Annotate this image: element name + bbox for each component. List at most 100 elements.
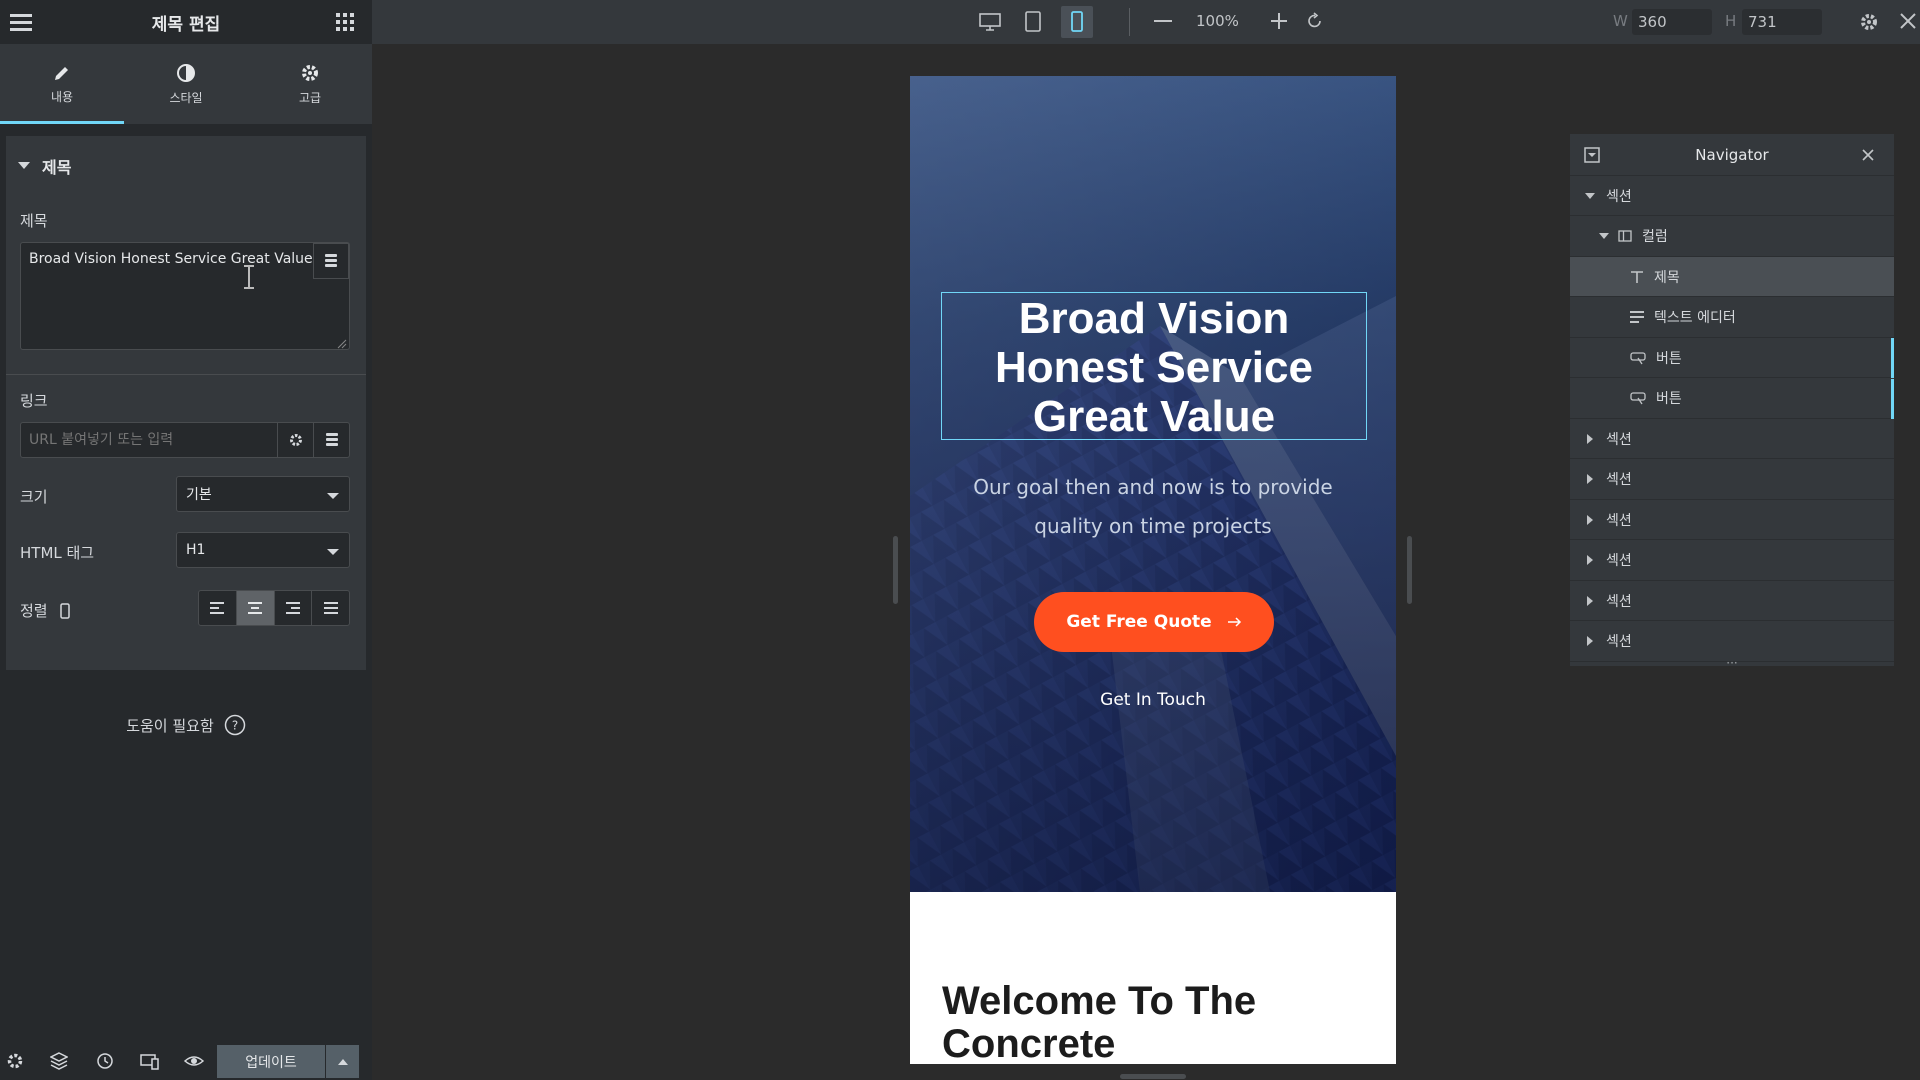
zoom-out-icon[interactable]: [1154, 20, 1172, 24]
caret-right-icon[interactable]: [1584, 595, 1596, 606]
help-link[interactable]: 도움이 필요함 ?: [0, 714, 372, 736]
text-editor-icon: [1630, 311, 1644, 323]
align-right-button[interactable]: [275, 591, 313, 625]
align-left-button[interactable]: [199, 591, 237, 625]
navigator-item-label: 섹션: [1606, 512, 1632, 529]
section-toggle[interactable]: 제목: [18, 154, 71, 178]
title-textarea[interactable]: Broad Vision Honest Service Great Value: [20, 242, 350, 350]
width-value: 360: [1638, 13, 1667, 31]
align-justify-button[interactable]: [312, 591, 349, 625]
navigator-resize-handle[interactable]: ···: [1570, 656, 1894, 670]
button-icon: [1630, 351, 1646, 365]
align-center-button[interactable]: [236, 591, 275, 625]
hamburger-menu-icon[interactable]: [10, 12, 32, 32]
navigator-item[interactable]: 제목: [1570, 257, 1894, 297]
navigator-item[interactable]: 섹션: [1570, 541, 1894, 581]
zoom-in-icon[interactable]: [1271, 13, 1287, 29]
arrow-right-icon: [1227, 617, 1242, 627]
responsive-mode-icon[interactable]: [140, 1052, 160, 1070]
get-in-touch-link[interactable]: Get In Touch: [910, 690, 1396, 710]
navigator-item[interactable]: 섹션: [1570, 419, 1894, 459]
tab-style-label: 스타일: [169, 90, 203, 105]
caret-right-icon[interactable]: [1584, 636, 1596, 646]
link-input-group: [20, 422, 350, 458]
resize-handle-icon[interactable]: [337, 339, 347, 349]
link-input[interactable]: [21, 423, 277, 457]
height-input[interactable]: 731: [1742, 9, 1822, 35]
preview-eye-icon[interactable]: [184, 1052, 204, 1070]
navigator-header: Navigator: [1570, 134, 1894, 176]
link-options-button[interactable]: [277, 423, 313, 457]
navigator-item-label: 섹션: [1606, 431, 1632, 448]
link-field-label: 링크: [20, 392, 48, 410]
link-dynamic-tags-button[interactable]: [313, 423, 349, 457]
database-icon: [325, 433, 338, 447]
apps-grid-icon[interactable]: [336, 13, 354, 31]
tab-advanced[interactable]: 고급: [248, 44, 372, 124]
toolbar-divider: [1129, 8, 1130, 36]
size-field-label: 크기: [20, 488, 48, 506]
visibility-indicator: [1891, 378, 1894, 419]
reset-zoom-icon[interactable]: [1306, 12, 1324, 30]
mobile-device-icon: [1070, 11, 1084, 33]
panel-footer: 업데이트: [0, 1042, 372, 1080]
history-icon[interactable]: [96, 1052, 114, 1070]
navigator-item[interactable]: 텍스트 에디터: [1570, 298, 1894, 338]
alignment-control: [198, 590, 350, 626]
tab-content-label: 내용: [50, 89, 74, 104]
button-icon: [1630, 391, 1646, 405]
save-options-button[interactable]: [326, 1045, 359, 1078]
resize-handle-bottom[interactable]: [1120, 1074, 1186, 1079]
get-free-quote-button[interactable]: Get Free Quote: [1034, 592, 1274, 652]
navigator-item[interactable]: 버튼: [1570, 378, 1894, 419]
heading-icon: [1630, 270, 1644, 284]
navigator-item-label: 텍스트 에디터: [1654, 310, 1736, 326]
content-section: 제목 제목 Broad Vision Honest Service Great …: [6, 136, 366, 670]
tab-style[interactable]: 스타일: [124, 44, 248, 124]
hero-subtitle: Our goal then and now is to provide qual…: [973, 475, 1333, 538]
caret-down-icon[interactable]: [1584, 192, 1596, 200]
html-tag-select[interactable]: H1: [176, 532, 350, 568]
navigator-item[interactable]: 섹션: [1570, 581, 1894, 621]
close-icon[interactable]: [1900, 13, 1916, 29]
settings-icon[interactable]: [6, 1052, 24, 1070]
navigator-item[interactable]: 섹션: [1570, 500, 1894, 540]
caret-right-icon[interactable]: [1584, 555, 1596, 565]
size-select[interactable]: 기본: [176, 476, 350, 512]
navigator-item[interactable]: 섹션: [1570, 460, 1894, 500]
tab-content[interactable]: 내용: [0, 44, 124, 124]
hero-heading[interactable]: Broad Vision Honest Service Great Value: [941, 294, 1367, 441]
tablet-device-icon[interactable]: [1024, 11, 1042, 33]
caret-right-icon[interactable]: [1584, 433, 1596, 444]
caret-down-icon[interactable]: [1598, 232, 1610, 240]
height-label: H: [1725, 12, 1737, 30]
panel-title: 제목 편집: [151, 14, 221, 35]
navigator-item-label: 섹션: [1606, 553, 1632, 569]
zoom-level: 100%: [1196, 12, 1239, 30]
hero-section: Broad Vision Honest Service Great Value …: [910, 76, 1396, 892]
half-circle-icon: [176, 63, 196, 83]
html-tag-field-label: HTML 태그: [20, 544, 95, 562]
mobile-device-icon[interactable]: [59, 602, 70, 619]
gear-icon[interactable]: [1859, 12, 1879, 32]
navigator-item[interactable]: 버튼: [1570, 338, 1894, 378]
update-button[interactable]: 업데이트: [217, 1045, 325, 1078]
dynamic-tags-button[interactable]: [313, 243, 349, 279]
resize-handle-left[interactable]: [893, 536, 898, 604]
navigator-item-label: 컬럼: [1642, 229, 1668, 245]
align-left-icon: [210, 602, 225, 614]
layers-icon[interactable]: [50, 1052, 68, 1070]
resize-handle-right[interactable]: [1407, 536, 1412, 604]
desktop-device-icon[interactable]: [979, 12, 1001, 32]
width-input[interactable]: 360: [1632, 9, 1712, 35]
width-label: W: [1613, 12, 1628, 30]
navigator-item[interactable]: 컬럼: [1570, 217, 1894, 257]
caret-right-icon[interactable]: [1584, 514, 1596, 525]
visibility-indicator: [1891, 338, 1894, 378]
mobile-device-button[interactable]: [1061, 6, 1093, 38]
navigator-item[interactable]: 섹션: [1570, 176, 1894, 216]
caret-right-icon[interactable]: [1584, 474, 1596, 484]
align-right-icon: [285, 602, 300, 614]
close-icon[interactable]: [1861, 148, 1875, 162]
navigator-item-label: 버튼: [1656, 350, 1682, 367]
